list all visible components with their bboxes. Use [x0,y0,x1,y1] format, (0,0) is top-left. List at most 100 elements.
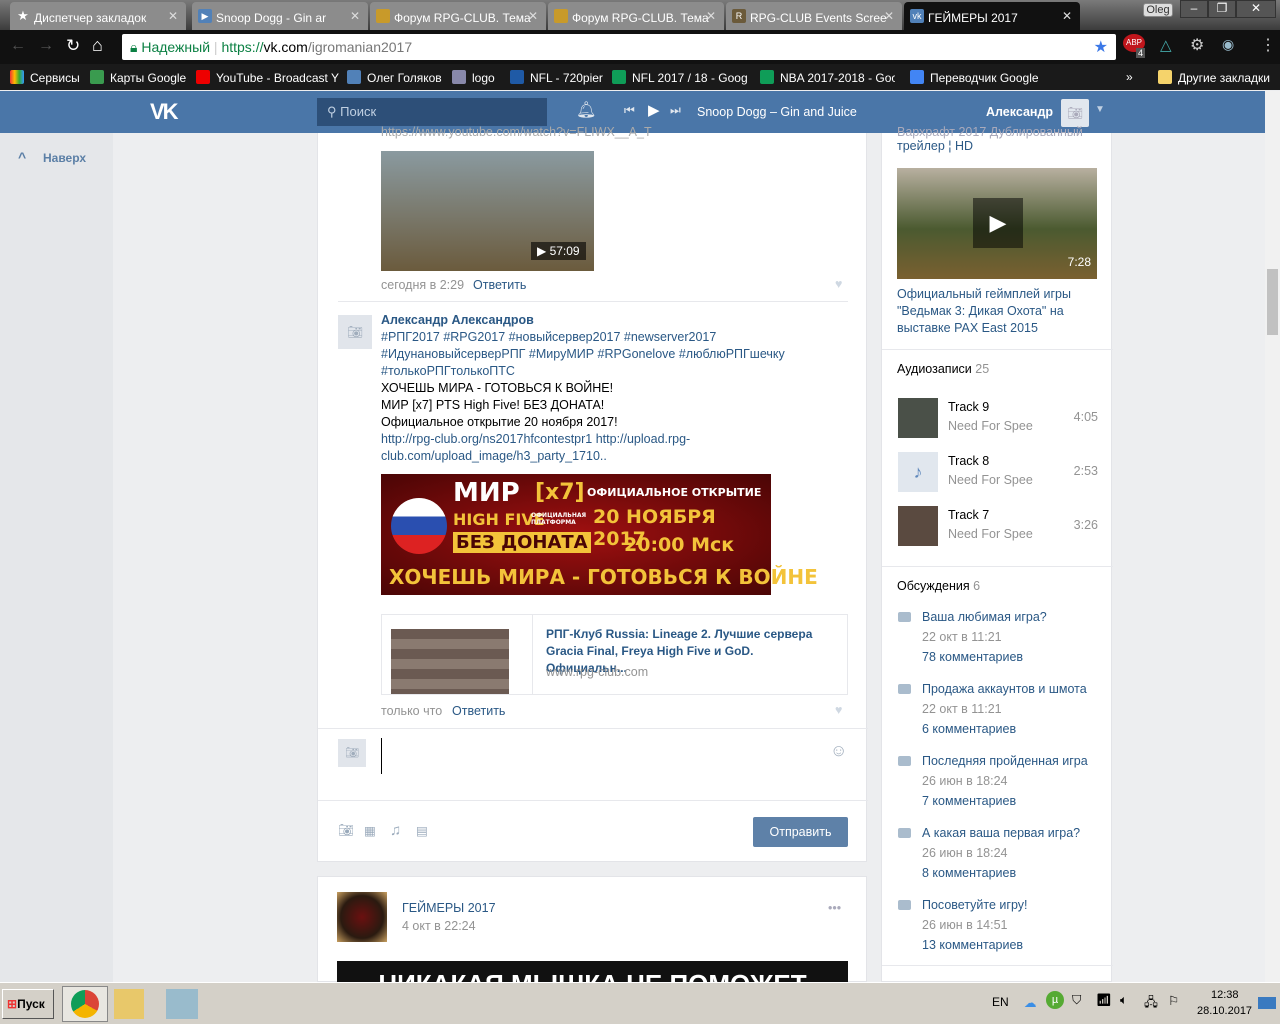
utorrent-icon[interactable]: µ [1046,991,1064,1009]
next-track-icon[interactable]: ⏭ [670,103,681,118]
post-image[interactable]: НИКАКАЯ МЫШКА НЕ ПОМОЖЕТ [337,961,848,983]
bookmark-youtube[interactable]: YouTube - Broadcast Y [196,70,339,85]
hashtags[interactable]: #толькоРПГтолькоПТС [381,363,841,380]
close-tab-icon[interactable]: ✕ [350,9,360,23]
video-title[interactable]: Официальный геймплей игры "Ведьмак 3: Ди… [897,286,1097,337]
comment-input[interactable] [381,738,806,774]
attach-video-icon[interactable]: ▦ [364,823,376,838]
taskbar-chrome[interactable] [62,986,108,1022]
video-title[interactable]: Вархрафт 2017 Дублированный [897,125,1083,139]
discussion-comments[interactable]: 7 комментариев [898,791,1108,811]
close-tab-icon[interactable]: ✕ [528,9,538,23]
volume-icon[interactable]: 🔈︎ [1120,993,1128,1008]
back-button[interactable]: ← [10,37,26,55]
discussion-item[interactable]: Продажа аккаунтов и шмота 22 окт в 11:21 6… [898,679,1108,739]
vk-logo[interactable]: VK [150,99,179,125]
tab-rpg-forum-2[interactable]: Форум RPG-CLUB. Тема ✕ [548,2,724,30]
bell-icon[interactable]: 🔔︎ [576,100,596,120]
discussion-item[interactable]: Последняя пройденная игра 26 июн в 18:24 7… [898,751,1108,811]
shield-icon[interactable]: ⛉ [1072,993,1081,1008]
page-scrollbar[interactable] [1265,91,1280,982]
bookmark-logo[interactable]: logo [452,70,495,85]
clock-date[interactable]: 28.10.2017 [1197,1005,1252,1017]
user-avatar[interactable]: 📷︎ [1061,99,1089,127]
emoji-icon[interactable]: ☺ [830,741,847,761]
forward-button[interactable]: → [38,37,54,55]
address-bar[interactable]: 🔒︎ Надежный | https://vk.com/igromanian2… [122,34,1116,60]
bookmark-google-maps[interactable]: Карты Google [90,70,186,85]
video-title[interactable]: трейлер ¦ HD [897,139,973,153]
audio-track[interactable]: Track 7 Need For Spee 3:26 [898,506,1098,548]
action-center-flag-icon[interactable]: ⚐ [1168,993,1179,1008]
previous-track-icon[interactable]: ⏮ [624,103,635,118]
discussions-header[interactable]: Обсуждения 6 [897,579,980,593]
promo-banner[interactable]: МИР [x7] HIGH FIVE ОФИЦИАЛЬНАЯ ПЛАТФОРМА… [381,474,818,595]
discussion-title[interactable]: Продажа аккаунтов и шмота [898,679,1108,699]
chevron-down-icon[interactable]: ▼ [1095,104,1105,115]
extension-icon[interactable]: △ [1160,36,1172,54]
post-time[interactable]: 4 окт в 22:24 [402,919,476,933]
discussion-comments[interactable]: 8 комментариев [898,863,1108,883]
tab-snoop-dogg[interactable]: ▶ Snoop Dogg - Gin ar ✕ [192,2,368,30]
comment-link[interactable]: club.com/upload_image/h3_party_1710.. [381,448,841,465]
post-author[interactable]: ГЕЙМЕРЫ 2017 [402,901,496,915]
discussion-comments[interactable]: 78 комментариев [898,647,1108,667]
more-bookmarks-button[interactable]: » [1126,70,1133,84]
video-thumbnail[interactable]: ▶ 7:28 [897,168,1097,279]
tab-rpg-events[interactable]: R RPG-CLUB Events Scree ✕ [726,2,902,30]
like-heart-icon[interactable]: ♥ [835,703,842,717]
explorer-folder-icon[interactable] [114,989,144,1019]
tab-gamers-2017[interactable]: vk ГЕЙМЕРЫ 2017 ✕ [904,2,1080,30]
eye-extension-icon[interactable]: ◉ [1222,36,1234,53]
attach-audio-icon[interactable]: ♫ [390,822,401,839]
close-tab-icon[interactable]: ✕ [1062,9,1072,23]
other-bookmarks[interactable]: Другие закладки [1158,70,1270,85]
scrollbar-thumb[interactable] [1267,269,1278,335]
cloud-icon[interactable]: ☁ [1024,995,1037,1010]
home-button[interactable]: ⌂ [92,35,103,56]
search-input[interactable]: ⚲ Поиск [317,98,547,126]
comment-link[interactable]: https://www.youtube.com/watch?v=FLIWX__A… [381,125,652,139]
back-to-top-bar[interactable]: ^ Наверх [0,133,113,982]
clock-time[interactable]: 12:38 [1211,989,1239,1001]
discussion-title[interactable]: Последняя пройденная игра [898,751,1108,771]
menu-icon[interactable]: ⋮ [1260,35,1276,55]
minimize-button[interactable]: – [1180,0,1208,18]
discussion-item[interactable]: Посоветуйте игру! 26 июн в 14:51 13 коммен… [898,895,1108,955]
show-desktop-icon[interactable] [1258,997,1276,1009]
more-options-icon[interactable]: ••• [828,901,841,915]
language-indicator[interactable]: EN [992,995,1009,1009]
bookmark-services[interactable]: Сервисы [10,70,80,85]
audio-track[interactable]: ♪ Track 8 Need For Spee 2:53 [898,452,1098,494]
tab-rpg-forum-1[interactable]: Форум RPG-CLUB. Тема ✕ [370,2,546,30]
play-icon[interactable]: ▶ [648,101,660,119]
bookmark-nba-sheet[interactable]: NBA 2017-2018 - Goog [760,70,895,85]
hashtags[interactable]: #РПГ2017 #RPG2017 #новыйсервер2017 #news… [381,329,841,346]
paint-icon[interactable] [166,989,198,1019]
reload-button[interactable]: ↻ [66,36,80,56]
like-heart-icon[interactable]: ♥ [835,277,842,291]
group-avatar[interactable] [337,892,387,942]
user-name[interactable]: Александр [986,105,1053,119]
hashtags[interactable]: #ИдунановыйсерверРПГ #МируМИР #RPGonelov… [381,346,841,363]
audio-track[interactable]: Track 9 Need For Spee 4:05 [898,398,1098,440]
extension-gear-icon[interactable]: ⚙ [1190,35,1204,55]
now-playing[interactable]: Snoop Dogg – Gin and Juice [697,105,857,119]
start-button[interactable]: ⊞Пуск [2,989,54,1019]
attach-photo-icon[interactable]: 📷︎ [338,823,354,838]
close-tab-icon[interactable]: ✕ [884,9,894,23]
discussion-item[interactable]: А какая ваша первая игра? 26 июн в 18:24 8… [898,823,1108,883]
audio-header[interactable]: Аудиозаписи 25 [897,362,989,376]
comment-link[interactable]: http://rpg-club.org/ns2017hfcontestpr1 h… [381,431,841,448]
discussion-comments[interactable]: 13 комментариев [898,935,1108,955]
bookmark-star-icon[interactable]: ★ [1094,37,1108,57]
link-snippet[interactable]: РПГ-Клуб Russia: Lineage 2. Лучшие серве… [381,614,848,695]
send-button[interactable]: Отправить [753,817,848,847]
reply-link[interactable]: Ответить [473,278,526,292]
comment-author[interactable]: Александр Александров [381,312,841,329]
close-window-button[interactable]: ✕ [1236,0,1276,18]
bookmark-translate[interactable]: Переводчик Google [910,70,1039,85]
reply-link[interactable]: Ответить [452,704,505,718]
discussion-item[interactable]: Ваша любимая игра? 22 окт в 11:21 78 комме… [898,607,1108,667]
tab-bookmark-manager[interactable]: ★ Диспетчер закладок ✕ [10,2,186,30]
